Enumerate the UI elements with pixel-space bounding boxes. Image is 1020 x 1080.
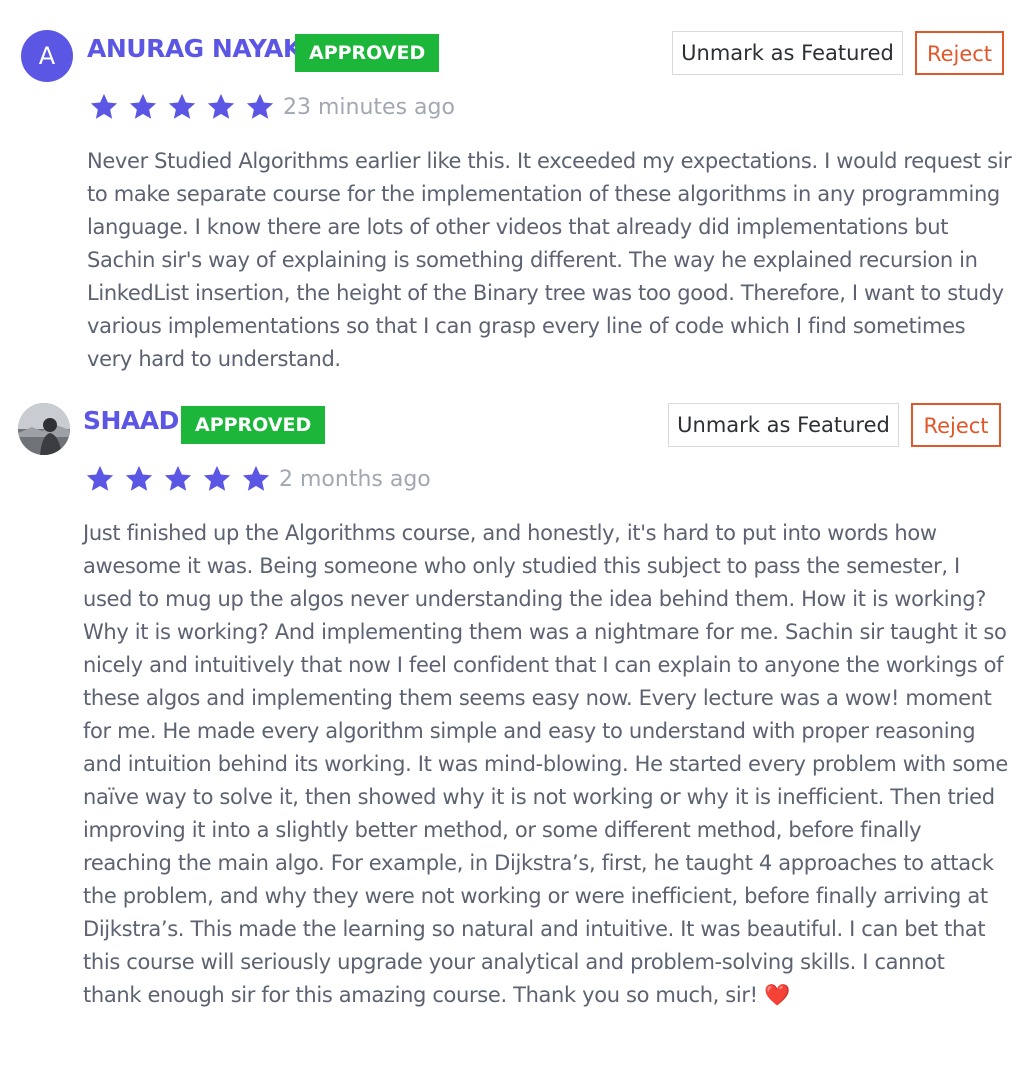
reject-button[interactable]: Reject (915, 31, 1004, 75)
unmark-featured-button[interactable]: Unmark as Featured (668, 403, 899, 447)
review-time: 23 minutes ago (283, 94, 455, 120)
reject-button[interactable]: Reject (911, 403, 1001, 447)
star-icon (245, 92, 279, 122)
star-icon (206, 92, 245, 122)
review-time: 2 months ago (279, 466, 431, 492)
star-icon (202, 464, 241, 494)
avatar[interactable] (18, 403, 70, 455)
reviewer-name[interactable]: SHAAD (83, 406, 179, 435)
status-badge: APPROVED (295, 34, 440, 72)
rating-stars: 2 months ago (85, 464, 431, 494)
star-icon (163, 464, 202, 494)
star-icon (241, 464, 275, 494)
unmark-featured-button[interactable]: Unmark as Featured (672, 31, 903, 75)
star-icon (124, 464, 163, 494)
star-icon (89, 92, 128, 122)
review-text: Never Studied Algorithms earlier like th… (87, 149, 1012, 371)
status-badge: APPROVED (181, 406, 326, 444)
review-text: Just finished up the Algorithms course, … (83, 521, 1008, 1007)
avatar[interactable]: A (21, 30, 73, 82)
star-icon (85, 464, 124, 494)
rating-stars: 23 minutes ago (89, 92, 455, 122)
star-icon (128, 92, 167, 122)
star-icon (167, 92, 206, 122)
reviewer-name[interactable]: ANURAG NAYAK (87, 34, 302, 63)
avatar-photo (18, 403, 70, 455)
